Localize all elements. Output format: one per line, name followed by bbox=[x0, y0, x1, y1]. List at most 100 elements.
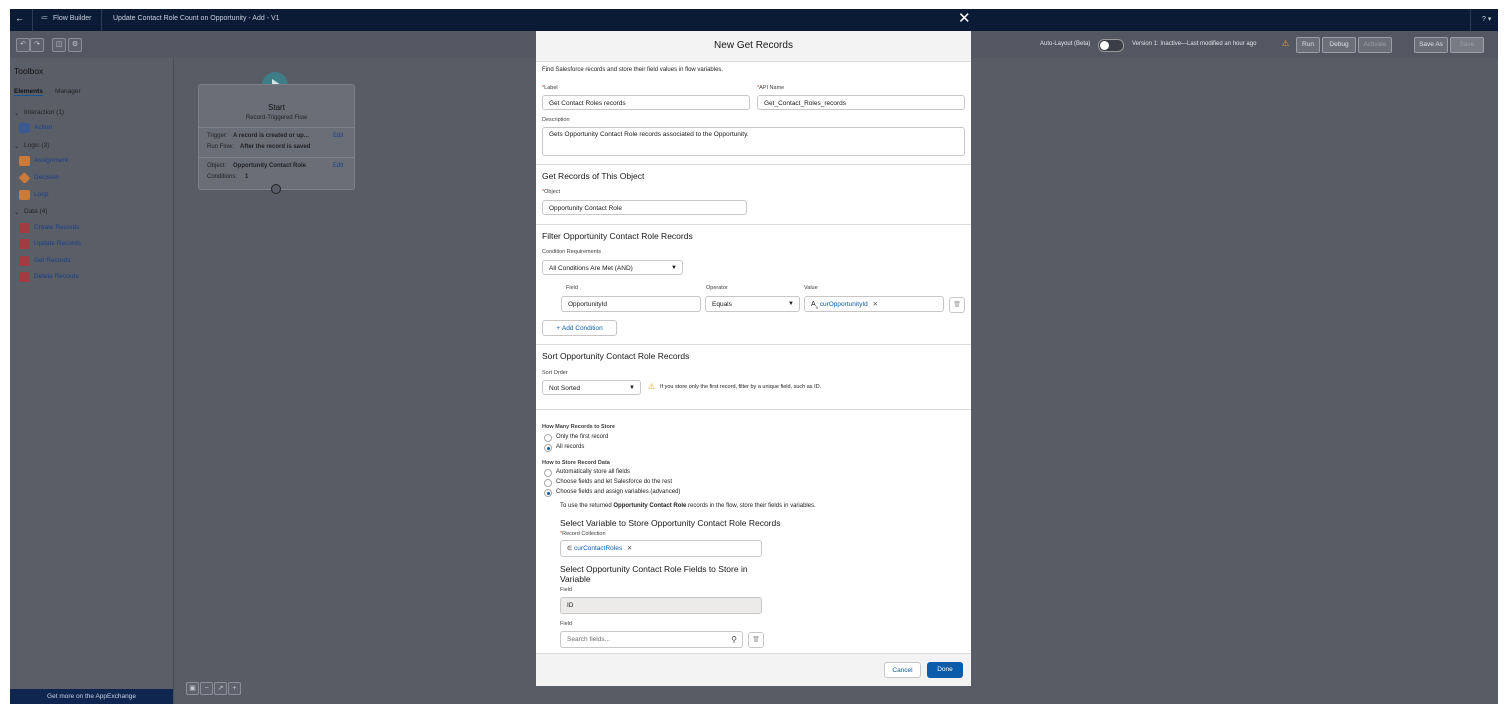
radio-assign-variables[interactable] bbox=[544, 489, 552, 497]
start-element-card[interactable]: Start Record-Triggered Flow Trigger: A r… bbox=[198, 84, 355, 190]
section-divider bbox=[536, 164, 971, 165]
edit-object-link[interactable]: Edit bbox=[333, 163, 343, 169]
field-search-input[interactable]: Search fields... ⚲ bbox=[560, 631, 743, 648]
object-value: Opportunity Contact Role bbox=[233, 163, 306, 169]
object-input[interactable]: Opportunity Contact Role bbox=[542, 200, 747, 215]
radio-choose-fields[interactable] bbox=[544, 479, 552, 487]
remove-icon[interactable]: ✕ bbox=[627, 545, 632, 552]
toolbox-item-delete-records[interactable]: Delete Records bbox=[34, 273, 79, 280]
record-collection-pill: curContactRoles bbox=[574, 545, 623, 552]
conditions-value: 1 bbox=[245, 174, 249, 180]
sort-order-label: Sort Order bbox=[542, 370, 568, 376]
trigger-value: A record is created or up... bbox=[233, 133, 309, 139]
fit-icon[interactable]: ▣ bbox=[186, 682, 199, 695]
connector-node[interactable] bbox=[271, 184, 281, 194]
delete-field-icon[interactable]: 🗑 bbox=[748, 632, 764, 648]
radio-all-records[interactable] bbox=[544, 444, 552, 452]
condition-value-input[interactable]: Aa curOpportunityId ✕ bbox=[804, 296, 944, 312]
undo-icon[interactable]: ↶ bbox=[16, 38, 30, 52]
warning-icon: ⚠ bbox=[1282, 39, 1290, 48]
condition-field-input[interactable]: OpportunityId bbox=[561, 296, 701, 312]
action-icon bbox=[19, 123, 30, 133]
help-menu[interactable]: ? ▾ bbox=[1482, 15, 1491, 23]
zoom-out-icon[interactable]: − bbox=[200, 682, 213, 695]
field-id-input[interactable]: ID bbox=[560, 597, 762, 614]
how-store-label: How to Store Record Data bbox=[542, 460, 610, 466]
text-variable-icon: Aa bbox=[811, 301, 818, 310]
radio-auto-store[interactable] bbox=[544, 469, 552, 477]
caret-down-icon: ▼ bbox=[671, 265, 677, 271]
group-interaction[interactable]: Interaction (1) bbox=[24, 109, 64, 116]
use-text-b: Opportunity Contact Role bbox=[613, 503, 687, 509]
description-textarea[interactable]: Gets Opportunity Contact Role records as… bbox=[542, 127, 965, 156]
start-subtitle: Record-Triggered Flow bbox=[245, 115, 308, 121]
zoom-in-icon[interactable]: + bbox=[228, 682, 241, 695]
chevron-down-icon[interactable]: ⌄ bbox=[14, 142, 19, 150]
chevron-down-icon[interactable]: ⌄ bbox=[14, 208, 19, 216]
trigger-label: Trigger: bbox=[207, 133, 228, 139]
record-collection-label: Record Collection bbox=[562, 531, 606, 537]
close-icon[interactable]: ✕ bbox=[958, 9, 971, 29]
field-column-label: Field bbox=[566, 285, 578, 291]
remove-icon[interactable]: ✕ bbox=[873, 301, 878, 308]
object-label: Object: bbox=[207, 163, 227, 169]
record-collection-input[interactable]: ∈ curContactRoles ✕ bbox=[560, 540, 762, 557]
decision-icon bbox=[18, 172, 31, 184]
toolbox-item-get-records[interactable]: Get Records bbox=[34, 257, 71, 264]
conditions-label: Conditions: bbox=[207, 174, 238, 180]
modal-header: New Get Records bbox=[536, 31, 971, 62]
condition-operator-value: Equals bbox=[712, 301, 732, 308]
gear-icon[interactable]: ⚙ bbox=[68, 38, 82, 52]
auto-layout-toggle[interactable] bbox=[1098, 39, 1124, 52]
filter-section-title: Filter Opportunity Contact Role Records bbox=[542, 231, 693, 241]
sort-hint: If you store only the first record, filt… bbox=[660, 384, 822, 390]
section-divider bbox=[536, 409, 971, 410]
add-condition-button[interactable]: + Add Condition bbox=[542, 320, 617, 336]
back-arrow-icon[interactable]: ← bbox=[15, 13, 24, 23]
tab-elements[interactable]: Elements bbox=[14, 88, 43, 96]
divider bbox=[199, 157, 354, 158]
how-many-label: How Many Records to Store bbox=[542, 424, 616, 430]
activate-button[interactable]: Activate bbox=[1358, 37, 1392, 53]
condition-value-pill: curOpportunityId bbox=[819, 301, 868, 308]
appexchange-link[interactable]: Get more on the AppExchange bbox=[10, 689, 173, 704]
done-button[interactable]: Done bbox=[927, 662, 963, 678]
chevron-down-icon[interactable]: ⌄ bbox=[14, 109, 19, 117]
divider bbox=[32, 9, 33, 31]
use-records-text: To use the returned Opportunity Contact … bbox=[560, 503, 816, 509]
label-input[interactable]: Get Contact Roles records bbox=[542, 95, 750, 110]
condition-operator-select[interactable]: Equals ▼ bbox=[705, 296, 800, 312]
delete-condition-icon[interactable]: 🗑 bbox=[949, 297, 965, 313]
divider bbox=[199, 127, 354, 128]
use-text-a: To use the returned bbox=[560, 503, 612, 509]
run-button[interactable]: Run bbox=[1296, 37, 1320, 53]
save-as-button[interactable]: Save As bbox=[1414, 37, 1448, 53]
toolbox-item-decision[interactable]: Decision bbox=[34, 174, 59, 181]
modal-title: New Get Records bbox=[714, 40, 793, 51]
api-name-input[interactable]: Get_Contact_Roles_records bbox=[757, 95, 965, 110]
group-logic[interactable]: Logic (3) bbox=[24, 142, 49, 149]
edit-trigger-link[interactable]: Edit bbox=[333, 133, 343, 139]
delete-records-icon bbox=[19, 272, 30, 282]
field-search-placeholder: Search fields... bbox=[567, 636, 610, 643]
save-button[interactable]: Save bbox=[1450, 37, 1484, 53]
description-label: Description bbox=[542, 117, 570, 123]
cancel-button[interactable]: Cancel bbox=[884, 662, 921, 678]
sort-order-select[interactable]: Not Sorted ▼ bbox=[542, 380, 641, 395]
divider bbox=[101, 9, 102, 31]
debug-button[interactable]: Debug bbox=[1322, 37, 1356, 53]
redo-icon[interactable]: ↷ bbox=[30, 38, 44, 52]
group-data[interactable]: Data (4) bbox=[24, 208, 47, 215]
toolbox-item-loop[interactable]: Loop bbox=[34, 191, 48, 198]
object-section-title: Get Records of This Object bbox=[542, 171, 645, 181]
toolbox-item-update-records[interactable]: Update Records bbox=[34, 240, 81, 247]
toolbox-item-assignment[interactable]: Assignment bbox=[34, 157, 68, 164]
condition-requirements-select[interactable]: All Conditions Are Met (AND) ▼ bbox=[542, 260, 683, 275]
toolbox-item-create-records[interactable]: Create Records bbox=[34, 224, 80, 231]
copy-icon[interactable]: ◫ bbox=[52, 38, 66, 52]
toolbox-item-action[interactable]: Action bbox=[34, 124, 52, 131]
api-name-label: API Name bbox=[759, 85, 785, 91]
expand-icon[interactable]: ↗ bbox=[214, 682, 227, 695]
radio-first-record[interactable] bbox=[544, 434, 552, 442]
tab-manager[interactable]: Manager bbox=[55, 88, 81, 95]
